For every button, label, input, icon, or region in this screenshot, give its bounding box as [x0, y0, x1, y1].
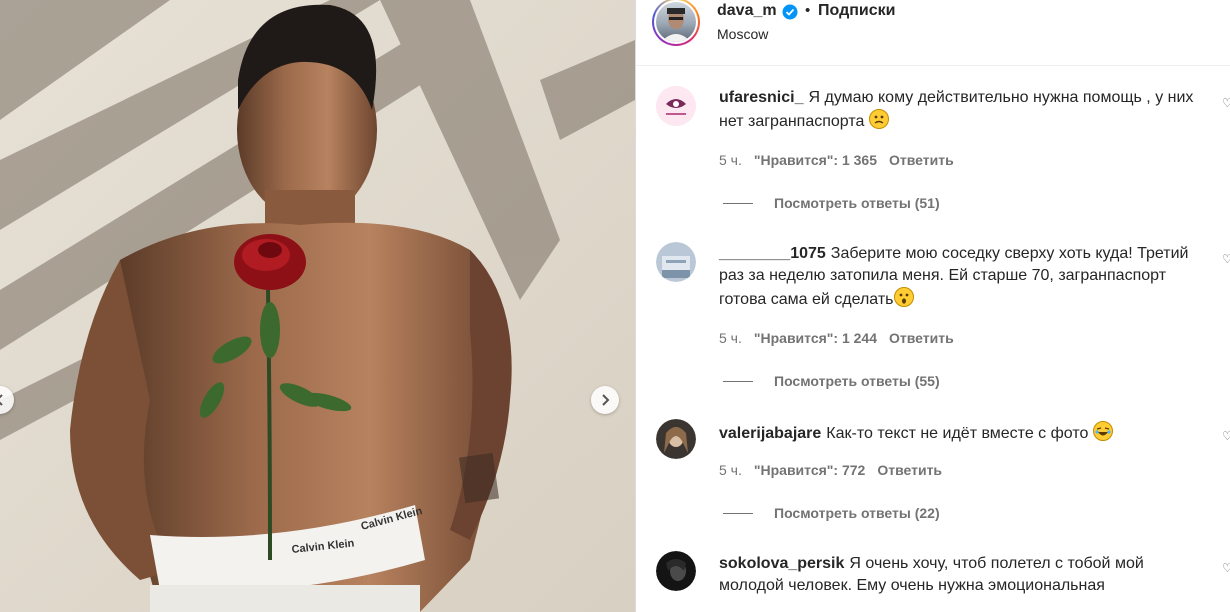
comment-username[interactable]: ufaresnici_: [719, 89, 803, 106]
heart-icon[interactable]: ♡: [1222, 252, 1230, 264]
heart-icon[interactable]: ♡: [1222, 429, 1230, 441]
reply-button[interactable]: Ответить: [889, 152, 954, 168]
post-photo: Calvin Klein Calvin Klein: [0, 0, 635, 612]
comment-username[interactable]: valerijabajare: [719, 425, 821, 442]
comment-likes[interactable]: "Нравится": 1 365: [754, 152, 877, 168]
comment-likes[interactable]: "Нравится": 772: [754, 462, 865, 478]
comment-time: 5 ч.: [719, 152, 742, 168]
heart-icon[interactable]: ♡: [1222, 96, 1230, 108]
separator-dot: •: [805, 2, 811, 19]
view-replies-button[interactable]: Посмотреть ответы (22): [723, 505, 940, 521]
chevron-right-icon: [602, 394, 610, 406]
instagram-post-view: Calvin Klein Calvin Klein dava_m • Подпи…: [0, 0, 1230, 612]
post-header: dava_m • Подписки Moscow: [636, 0, 1230, 66]
author-username[interactable]: dava_m: [717, 2, 777, 20]
comment-time: 5 ч.: [719, 462, 742, 478]
comment-username[interactable]: sokolova_persik: [719, 555, 844, 572]
post-location[interactable]: Moscow: [717, 26, 768, 42]
reply-button[interactable]: Ответить: [889, 330, 954, 346]
post-media[interactable]: Calvin Klein Calvin Klein: [0, 0, 635, 612]
chevron-left-icon: [0, 394, 3, 406]
view-replies-button[interactable]: Посмотреть ответы (55): [723, 373, 940, 389]
avatar-image: [656, 2, 696, 42]
commenter-avatar[interactable]: [656, 86, 696, 126]
confused-emoji-icon: [868, 109, 889, 129]
next-slide-button[interactable]: [591, 386, 619, 414]
commenter-avatar[interactable]: [656, 242, 696, 282]
comment-username[interactable]: ________1075: [719, 245, 826, 262]
verified-badge-icon: [782, 4, 798, 20]
comment-time: 5 ч.: [719, 330, 742, 346]
view-replies-button[interactable]: Посмотреть ответы (51): [723, 195, 940, 211]
reply-button[interactable]: Ответить: [877, 462, 942, 478]
astonished-emoji-icon: [893, 287, 914, 307]
laughing-emoji-icon: [1092, 421, 1113, 441]
heart-icon[interactable]: ♡: [1222, 561, 1230, 573]
comments-panel: dava_m • Подписки Moscow ufaresnici_ Я ду…: [635, 0, 1230, 612]
author-avatar[interactable]: [652, 0, 700, 46]
commenter-avatar[interactable]: [656, 419, 696, 459]
comment-likes[interactable]: "Нравится": 1 244: [754, 330, 877, 346]
commenter-avatar[interactable]: [656, 551, 696, 591]
following-button[interactable]: Подписки: [818, 2, 895, 20]
comment-text: Как-то текст не идёт вместе с фото: [826, 425, 1089, 442]
